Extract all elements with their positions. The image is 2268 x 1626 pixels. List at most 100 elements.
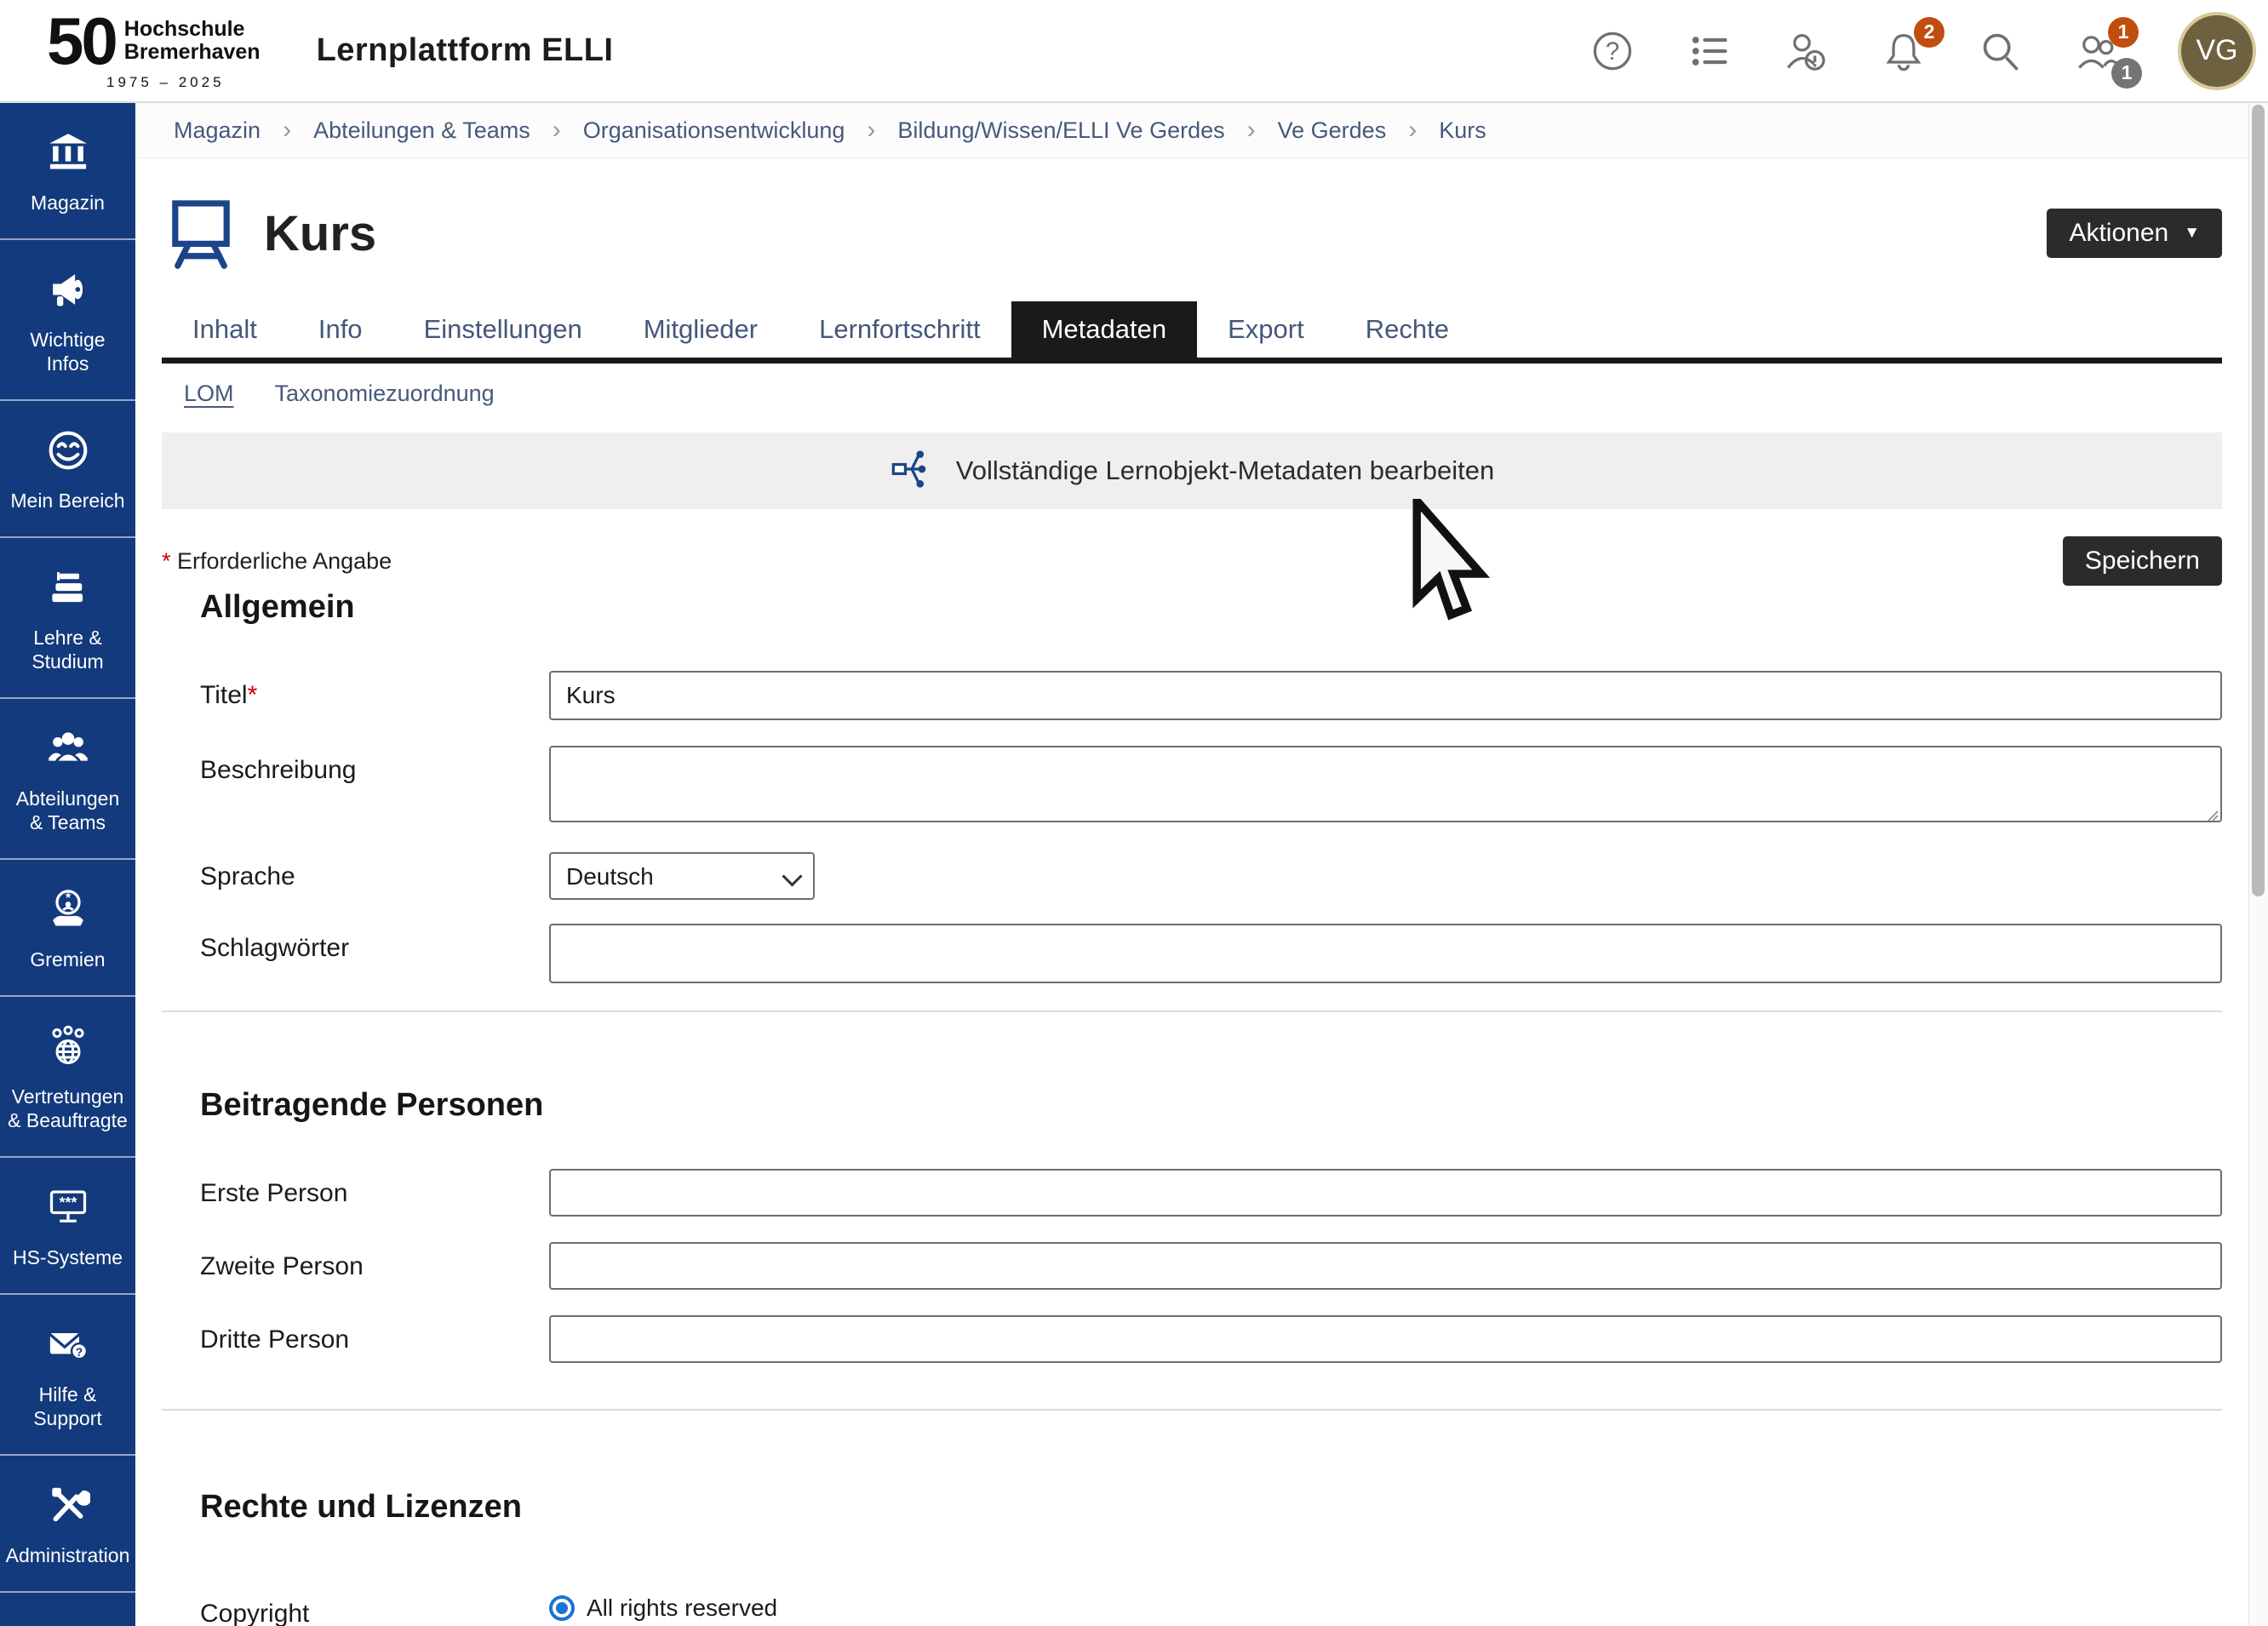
avatar[interactable]: VG	[2178, 12, 2256, 90]
save-button[interactable]: Speichern	[2063, 536, 2222, 586]
section-divider	[162, 1011, 2222, 1012]
section-divider	[162, 1409, 2222, 1411]
tools-icon	[46, 1483, 90, 1532]
radio-selected-icon[interactable]	[549, 1595, 575, 1621]
tab-inhalt[interactable]: Inhalt	[162, 301, 288, 358]
sidebar-item-administration[interactable]: Administration	[0, 1456, 135, 1593]
help-icon[interactable]: ?	[1590, 29, 1635, 73]
list-icon[interactable]	[1687, 29, 1732, 73]
sidebar-item-label: Gremien	[30, 948, 105, 971]
copyright-radio-option[interactable]: All rights reserved	[549, 1589, 2222, 1622]
scrollbar-thumb[interactable]	[2252, 105, 2265, 896]
form-row-zweite-person: Zweite Person	[162, 1242, 2222, 1290]
sidebar-item-magazin[interactable]: Magazin	[0, 103, 135, 240]
chevron-right-icon: ›	[1408, 116, 1417, 145]
sidebar-item-abteilungen-teams[interactable]: Abteilungen & Teams	[0, 699, 135, 860]
search-icon[interactable]	[1979, 29, 2023, 73]
tab-info[interactable]: Info	[288, 301, 393, 358]
field-label-copyright: Copyright	[162, 1589, 549, 1626]
sidebar-item-hilfe-support[interactable]: ? Hilfe & Support	[0, 1295, 135, 1456]
field-label-dritte-person: Dritte Person	[162, 1315, 549, 1363]
svg-text:?: ?	[1606, 37, 1619, 65]
field-label-sprache: Sprache	[162, 852, 549, 900]
schlagwoerter-input[interactable]	[549, 924, 2222, 983]
sidebar-item-hs-systeme[interactable]: *** HS-Systeme	[0, 1158, 135, 1295]
form-row-copyright: Copyright All rights reserved	[162, 1589, 2222, 1626]
sidebar-item-gremien[interactable]: ★ Gremien	[0, 860, 135, 997]
contacts-badge-total: 1	[2111, 58, 2142, 89]
contacts-icon[interactable]: 1 1	[2076, 29, 2120, 73]
main-sidebar: Magazin Wichtige Infos Mein Bereich Lehr…	[0, 103, 135, 1626]
tab-rechte[interactable]: Rechte	[1335, 301, 1480, 358]
logo-50: 50	[47, 10, 116, 72]
breadcrumb-item-organisationsentwicklung[interactable]: Organisationsentwicklung	[583, 117, 845, 144]
header-icon-bar: ?	[1590, 12, 2256, 90]
app-title: Lernplattform ELLI	[317, 32, 614, 69]
sidebar-item-label: Abteilungen & Teams	[7, 787, 129, 834]
breadcrumb-item-magazin[interactable]: Magazin	[174, 117, 261, 144]
breadcrumb-item-abteilungen[interactable]: Abteilungen & Teams	[313, 117, 530, 144]
app-window: 50 Hochschule Bremerhaven 1975 – 2025 Le…	[0, 0, 2268, 1626]
edit-full-metadata-banner[interactable]: Vollständige Lernobjekt-Metadaten bearbe…	[162, 432, 2222, 509]
sidebar-item-label: Vertretungen & Beauftragte	[7, 1085, 129, 1132]
subtab-taxonomiezuordnung[interactable]: Taxonomiezuordnung	[275, 381, 495, 407]
tab-einstellungen[interactable]: Einstellungen	[393, 301, 613, 358]
subtab-bar: LOM Taxonomiezuordnung	[162, 381, 2222, 407]
section-title-beitragende: Beitragende Personen	[162, 1087, 2222, 1126]
form-row-schlagwoerter: Schlagwörter	[162, 924, 2222, 983]
bell-icon[interactable]: 2	[1881, 29, 1926, 73]
monitor-icon: ***	[46, 1185, 90, 1234]
form-row-beschreibung: Beschreibung	[162, 746, 2222, 827]
sidebar-item-label: Mein Bereich	[10, 489, 124, 512]
tab-mitglieder[interactable]: Mitglieder	[613, 301, 788, 358]
main-content: Kurs Aktionen ▼ Inhalt Info Einstellunge…	[135, 158, 2249, 1626]
sidebar-item-label: Hilfe & Support	[7, 1383, 129, 1430]
field-label-zweite-person: Zweite Person	[162, 1242, 549, 1290]
copyright-radio-label: All rights reserved	[587, 1595, 777, 1622]
tab-export[interactable]: Export	[1197, 301, 1335, 358]
user-status-icon[interactable]	[1784, 29, 1829, 73]
logo-anniversary: 1975 – 2025	[106, 74, 261, 91]
metadata-tree-icon	[890, 447, 934, 495]
actions-button[interactable]: Aktionen ▼	[2047, 209, 2222, 258]
sidebar-item-label: Lehre & Studium	[7, 626, 129, 673]
sidebar-item-label: Administration	[6, 1543, 130, 1567]
breadcrumb-item-bildung-wissen[interactable]: Bildung/Wissen/ELLI Ve Gerdes	[897, 117, 1224, 144]
svg-text:***: ***	[59, 1194, 77, 1211]
sidebar-item-label: Wichtige Infos	[7, 328, 129, 375]
erste-person-input[interactable]	[549, 1169, 2222, 1217]
subtab-lom[interactable]: LOM	[184, 381, 234, 407]
sidebar-item-wichtige-infos[interactable]: Wichtige Infos	[0, 240, 135, 401]
form-row-erste-person: Erste Person	[162, 1169, 2222, 1217]
form-row-sprache: Sprache Deutsch	[162, 852, 2222, 900]
field-label-beschreibung: Beschreibung	[162, 746, 549, 827]
beschreibung-textarea[interactable]	[549, 746, 2222, 822]
contacts-badge-new: 1	[2108, 17, 2139, 48]
language-select[interactable]: Deutsch	[549, 852, 815, 900]
tab-metadaten[interactable]: Metadaten	[1011, 301, 1198, 358]
sidebar-item-lehre-studium[interactable]: Lehre & Studium	[0, 538, 135, 699]
tab-lernfortschritt[interactable]: Lernfortschritt	[788, 301, 1011, 358]
section-title-allgemein: Allgemein	[162, 589, 2222, 628]
required-note: * Erforderliche Angabe	[162, 548, 392, 575]
mail-question-icon: ?	[46, 1322, 90, 1371]
form-header-row: * Erforderliche Angabe Speichern	[162, 536, 2222, 586]
megaphone-icon	[46, 267, 90, 316]
course-icon	[162, 192, 240, 275]
dritte-person-input[interactable]	[549, 1315, 2222, 1363]
university-logo[interactable]: 50 Hochschule Bremerhaven 1975 – 2025	[47, 10, 261, 91]
chevron-right-icon: ›	[1247, 116, 1256, 145]
sidebar-item-vertretungen[interactable]: Vertretungen & Beauftragte	[0, 997, 135, 1158]
chevron-right-icon: ›	[283, 116, 291, 145]
page-title-row: Kurs Aktionen ▼	[162, 192, 2222, 274]
sidebar-item-mein-bereich[interactable]: Mein Bereich	[0, 401, 135, 538]
field-label-erste-person: Erste Person	[162, 1169, 549, 1217]
breadcrumb-item-kurs[interactable]: Kurs	[1439, 117, 1486, 144]
page-title: Kurs	[264, 205, 376, 262]
zweite-person-input[interactable]	[549, 1242, 2222, 1290]
titel-input[interactable]	[549, 671, 2222, 720]
svg-text:?: ?	[75, 1345, 82, 1359]
breadcrumb-item-ve-gerdes[interactable]: Ve Gerdes	[1278, 117, 1387, 144]
books-icon	[46, 565, 90, 614]
people-group-icon	[46, 726, 90, 775]
